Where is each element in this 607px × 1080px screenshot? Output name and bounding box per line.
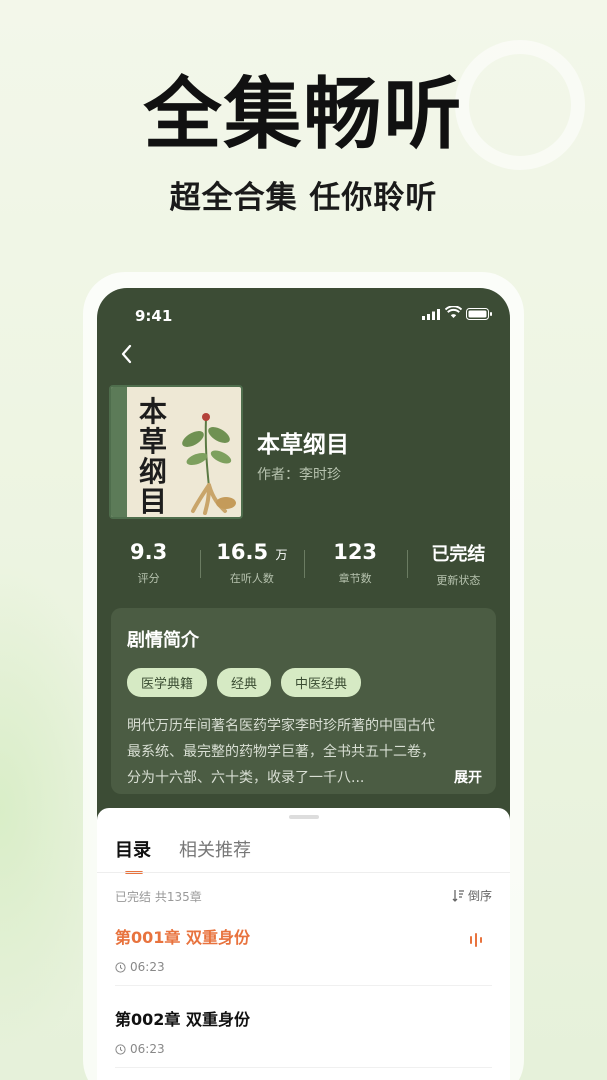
tab-recommendations[interactable]: 相关推荐 <box>179 836 251 862</box>
expand-link[interactable]: 展开 <box>454 765 482 791</box>
chapter-title: 第002章 双重身份 <box>115 1010 250 1029</box>
drag-handle[interactable] <box>289 815 319 819</box>
row-divider <box>115 985 492 986</box>
book-author: 作者：李时珍 <box>257 467 341 483</box>
catalog-sheet: 目录 相关推荐 已完结 共135章 倒序 第001章 双重身份 06:23 第0… <box>97 808 510 1080</box>
chapter-row[interactable]: 第001章 双重身份 06:23 <box>115 924 492 974</box>
tab-catalog[interactable]: 目录 <box>115 836 151 874</box>
app-screen: 9:41 本草纲目 本草纲目 作者：李时珍 9.3 评分 16.5 万 在听人数… <box>97 288 510 1080</box>
stat-value: 123 <box>333 540 378 564</box>
back-arrow-icon[interactable] <box>115 342 139 366</box>
synopsis-text: 明代万历年间著名医药学家李时珍所著的中国古代最系统、最完整的药物学巨著，全书共五… <box>127 713 482 791</box>
ginseng-illustration-icon <box>182 413 236 515</box>
status-bar: 9:41 <box>97 288 510 338</box>
stats-row: 9.3 评分 16.5 万 在听人数 123 章节数 已完结 更新状态 <box>97 540 510 590</box>
stat-value: 9.3 <box>130 540 168 564</box>
stat-chapters: 123 章节数 <box>303 540 407 590</box>
clock-icon <box>115 961 126 973</box>
book-cover[interactable]: 本草纲目 <box>109 385 243 519</box>
stat-unit: 万 <box>275 548 288 562</box>
chapter-count: 已完结 共135章 <box>115 890 202 904</box>
battery-icon <box>466 308 492 320</box>
chapter-duration: 06:23 <box>115 960 492 974</box>
tag-list: 医学典籍 经典 中医经典 <box>127 668 480 697</box>
stat-value: 16.5 <box>216 540 269 564</box>
chapter-duration: 06:23 <box>115 1042 492 1056</box>
cover-title: 本草纲目 <box>139 395 168 518</box>
stat-rating: 9.3 评分 <box>97 540 200 590</box>
row-divider <box>115 1067 492 1068</box>
book-title: 本草纲目 <box>257 432 349 458</box>
tab-divider <box>97 872 510 873</box>
stat-label: 章节数 <box>338 572 372 585</box>
stat-update-status: 已完结 更新状态 <box>406 540 510 590</box>
duration-text: 06:23 <box>130 960 165 974</box>
synopsis-body: 明代万历年间著名医药学家李时珍所著的中国古代最系统、最完整的药物学巨著，全书共五… <box>127 718 435 786</box>
wifi-icon <box>445 306 462 318</box>
sort-label: 倒序 <box>467 889 492 903</box>
synopsis-heading: 剧情简介 <box>127 630 199 651</box>
tag-chip[interactable]: 中医经典 <box>281 668 362 697</box>
tab-bar: 目录 相关推荐 <box>115 836 251 874</box>
synopsis-card: 剧情简介 医学典籍 经典 中医经典 明代万历年间著名医药学家李时珍所著的中国古代… <box>111 608 496 794</box>
cover-spine <box>111 387 127 517</box>
status-time: 9:41 <box>135 307 173 325</box>
hero-subtitle: 超全合集 任你聆听 <box>169 180 438 216</box>
stat-value: 已完结 <box>431 544 486 565</box>
signal-icon <box>422 309 440 320</box>
clock-icon <box>115 1043 126 1055</box>
stat-label: 评分 <box>137 572 160 585</box>
stat-listeners: 16.5 万 在听人数 <box>200 540 303 590</box>
tag-chip[interactable]: 经典 <box>217 668 272 697</box>
playing-indicator-icon <box>470 933 482 947</box>
duration-text: 06:23 <box>130 1042 165 1056</box>
chapter-title: 第001章 双重身份 <box>115 928 250 947</box>
stat-label: 更新状态 <box>436 574 481 587</box>
tag-chip[interactable]: 医学典籍 <box>127 668 208 697</box>
hero-title: 全集畅听 <box>143 69 464 160</box>
sort-button[interactable]: 倒序 <box>452 887 492 904</box>
stat-label: 在听人数 <box>229 572 274 585</box>
chapter-row[interactable]: 第002章 双重身份 06:23 <box>115 1006 492 1056</box>
sort-icon <box>452 890 464 902</box>
